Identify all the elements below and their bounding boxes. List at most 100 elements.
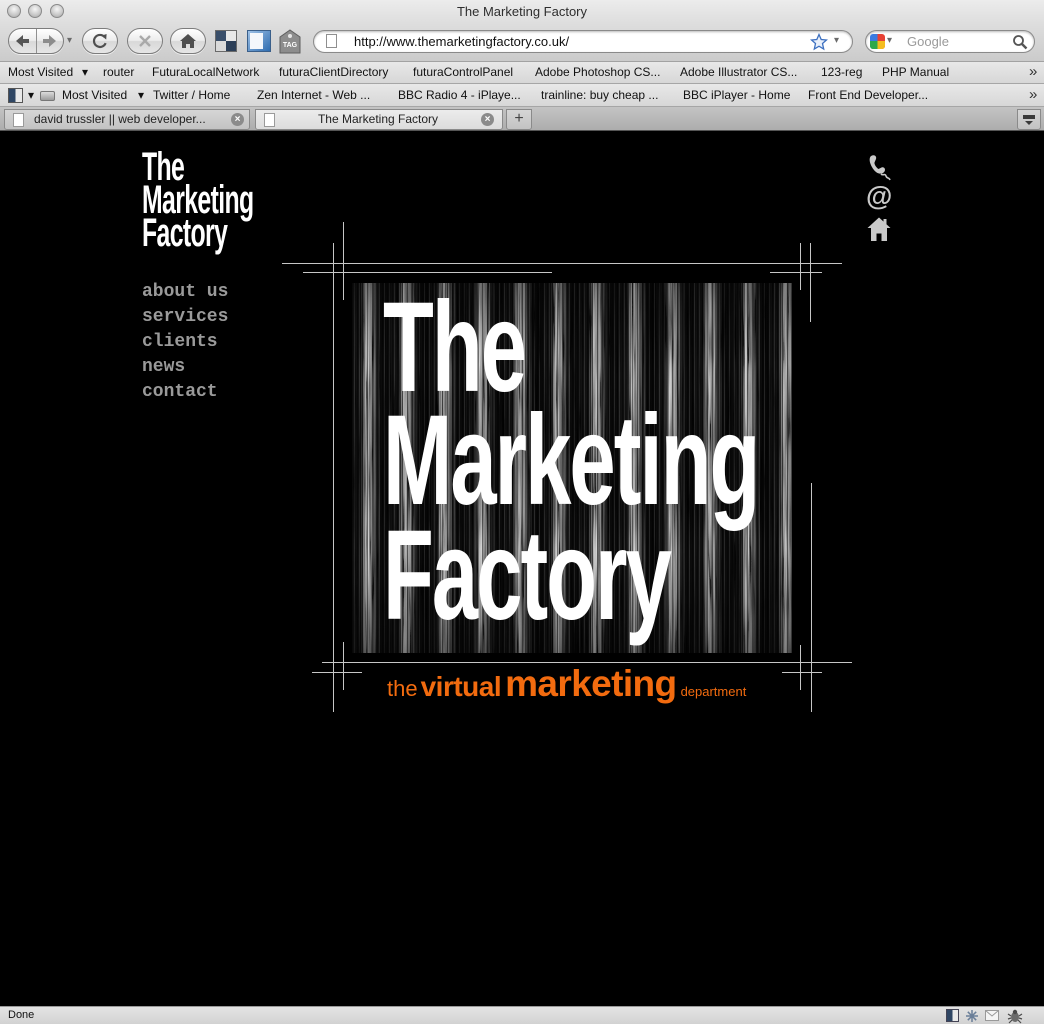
bookmarks-overflow-chevron[interactable]: » [1029,62,1037,82]
most-visited-2-dropdown-icon[interactable]: ▾ [138,84,144,107]
tag-button[interactable]: TAG [279,29,301,54]
tab-label: The Marketing Factory [317,112,439,126]
snowflake-icon[interactable] [965,1009,979,1023]
home-icon [180,34,196,48]
window-title: The Marketing Factory [456,4,588,19]
crop-mark-line [333,243,334,712]
status-bar: Done [0,1006,1044,1024]
search-bar[interactable]: ▾ Google [865,30,1035,53]
crop-mark-line [343,642,344,690]
crop-mark-line [770,272,822,273]
bookmark-bbc-iplayer[interactable]: BBC iPlayer - Home [683,84,790,107]
tagline-marketing: marketing [505,663,677,704]
logo-line-factory: Factory [142,211,228,255]
main-navigation: about us services clients news contact [142,280,228,405]
bookmark-manager-button[interactable] [215,30,237,52]
crop-mark-line [810,243,811,322]
phone-icon[interactable] [866,154,892,182]
bookmark-menu-dropdown-icon[interactable]: ▾ [28,84,34,107]
email-icon[interactable]: @ [866,181,892,211]
page-icon [13,113,24,127]
tab-strip: david trussler || web developer... × The… [0,107,1044,131]
google-icon-lower [870,41,885,49]
back-arrow-icon [16,35,29,47]
url-dropdown-icon[interactable]: ▾ [834,35,839,46]
bookmark-twitter[interactable]: Twitter / Home [153,84,230,107]
tab-list-icon [1023,115,1035,125]
tab-close-icon[interactable]: × [231,113,244,126]
bookmark-most-visited[interactable]: Most Visited [8,62,73,83]
url-text[interactable]: http://www.themarketingfactory.co.uk/ [354,31,569,52]
bookmark-adobe-illustrator[interactable]: Adobe Illustrator CS... [680,62,797,83]
bookmark-router[interactable]: router [103,62,134,83]
home-button[interactable] [170,28,206,54]
tag-icon-label: TAG [282,42,298,49]
nav-news[interactable]: news [142,355,228,380]
url-bar[interactable]: http://www.themarketingfactory.co.uk/ ▾ [313,30,853,53]
bookmarks-toolbar-1: Most Visited ▾ router FuturaLocalNetwork… [0,62,1044,84]
forward-button[interactable] [37,29,63,53]
status-text: Done [8,1009,35,1021]
nav-about-us[interactable]: about us [142,280,228,305]
crop-mark-line [811,483,812,712]
bookmarks-overflow-chevron-2[interactable]: » [1029,84,1037,106]
bookmark-futura-client-directory[interactable]: futuraClientDirectory [279,62,388,83]
bookmark-manager-icon [216,41,236,51]
hero-headline-factory: Factory [383,504,672,647]
extension-icon[interactable] [946,1009,959,1022]
crop-mark-line [800,645,801,690]
firebug-icon[interactable] [1007,1008,1023,1024]
history-dropdown-icon[interactable]: ▾ [67,35,72,46]
stop-icon [139,35,151,47]
back-forward-button-group [8,28,64,54]
reload-button[interactable] [82,28,118,54]
tab-david-trussler[interactable]: david trussler || web developer... × [4,109,250,130]
bookmark-123-reg[interactable]: 123-reg [821,62,862,83]
browser-toolbar-area: The Marketing Factory ▾ TAG http://www.t… [0,0,1044,62]
bookmarks-toolbar-2: ▾ Most Visited ▾ Twitter / Home Zen Inte… [0,84,1044,107]
crop-mark-line [800,243,801,290]
back-button[interactable] [9,29,36,53]
bookmark-trainline[interactable]: trainline: buy cheap ... [541,84,658,107]
tagline-the: the [387,676,418,701]
bookmark-adobe-photoshop[interactable]: Adobe Photoshop CS... [535,62,660,83]
sidebar-button[interactable] [247,30,271,52]
folder-icon [40,91,55,101]
sidebar-icon [250,33,263,49]
star-icon[interactable] [810,33,828,51]
bookmark-futura-local-network[interactable]: FuturaLocalNetwork [152,62,259,83]
bookmark-bbc-radio-4[interactable]: BBC Radio 4 - iPlaye... [398,84,521,107]
tab-the-marketing-factory[interactable]: The Marketing Factory × [255,109,503,130]
search-placeholder[interactable]: Google [907,31,949,52]
crop-mark-line [282,263,842,264]
reload-icon [92,33,107,49]
bookmark-menu-icon[interactable] [8,88,23,103]
crop-mark-line [312,672,362,673]
new-tab-button[interactable]: + [506,109,532,130]
nav-clients[interactable]: clients [142,330,228,355]
forward-arrow-icon [43,35,56,47]
nav-services[interactable]: services [142,305,228,330]
tab-close-icon[interactable]: × [481,113,494,126]
magnifier-icon[interactable] [1012,34,1028,50]
page-icon [326,34,337,48]
most-visited-dropdown-icon[interactable]: ▾ [82,62,88,83]
bookmark-zen-internet[interactable]: Zen Internet - Web ... [257,84,370,107]
bookmark-futura-control-panel[interactable]: futuraControlPanel [413,62,513,83]
bookmark-most-visited-2[interactable]: Most Visited [62,84,127,107]
bookmark-php-manual[interactable]: PHP Manual [882,62,949,83]
tab-list-button[interactable] [1017,109,1041,130]
page-icon [264,113,275,127]
home-icon[interactable] [867,216,891,242]
stop-button[interactable] [127,28,163,54]
hero-tagline: the virtual marketing department [387,665,746,702]
google-icon[interactable] [870,34,885,49]
site-logo[interactable]: The Marketing Factory [142,147,342,255]
nav-contact[interactable]: contact [142,380,228,405]
tab-label: david trussler || web developer... [34,112,206,126]
tagline-virtual: virtual [420,671,502,702]
search-engine-dropdown-icon[interactable]: ▾ [887,35,892,46]
bookmark-front-end-developer[interactable]: Front End Developer... [808,84,928,107]
mail-icon[interactable] [985,1010,999,1021]
tagline-department: department [680,684,747,699]
